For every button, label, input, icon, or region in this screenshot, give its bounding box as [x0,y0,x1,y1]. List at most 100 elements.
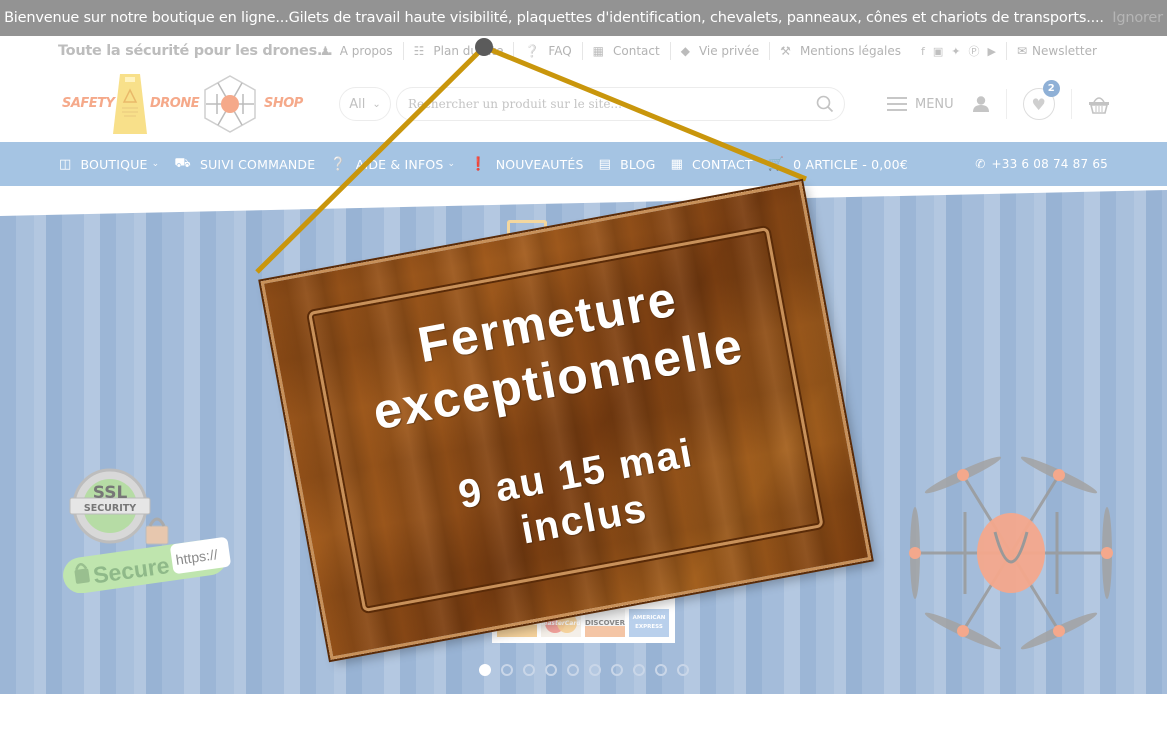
main-navigation: ◫ BOUTIQUE ⌄ ⛟ SUIVI COMMANDE ❔ AIDE & I… [0,142,1167,186]
user-icon: ♟ [320,44,331,58]
youtube-icon[interactable]: ▶ [988,45,996,58]
top-link-vie-privee[interactable]: ◆ Vie privée [671,42,771,60]
contact-card-icon: ▦ [592,44,605,58]
slider-dot-5[interactable] [567,664,579,676]
wishlist-count-badge: 2 [1042,80,1060,97]
sitemap-icon: ☷ [413,44,425,58]
amex-card-icon: AMERICAN EXPRESS [629,609,669,637]
question-circle-icon: ❔ [330,156,347,172]
instagram-icon[interactable]: ▣ [933,45,943,58]
cart-icon: 🛒 [767,156,785,172]
top-link-mentions-legales[interactable]: ⚒ Mentions légales [770,42,911,60]
slider-dot-10[interactable] [677,664,689,676]
site-tagline: Toute la sécurité pour les drones... [58,43,333,59]
header-actions: MENU ♥ 2 [887,80,1110,123]
nav-item-suivi-commande[interactable]: ⛟ SUIVI COMMANDE [174,156,315,173]
discover-card-icon: DISCOVER [585,609,625,637]
slider-dot-6[interactable] [589,664,601,676]
search-input[interactable] [397,88,797,120]
search-field-wrapper [396,87,845,121]
nail-icon [475,38,493,56]
menu-button[interactable]: MENU [887,97,954,112]
phone-icon: ✆ [975,157,986,171]
store-notice-text: Bienvenue sur notre boutique en ligne...… [4,10,1104,26]
nav-item-blog[interactable]: ▤ BLOG [599,157,656,172]
hexacopter-icon [204,75,256,133]
ssl-title: SSL [93,483,128,503]
top-link-faq[interactable]: ❔ FAQ [514,42,583,60]
envelope-icon: ✉ [1016,44,1028,58]
search-category-value: All [349,96,366,112]
nav-item-label: NOUVEAUTÉS [495,156,584,172]
nav-item-label: 0 ARTICLE - 0,00€ [793,156,908,172]
top-link-label: Mentions légales [799,44,901,58]
dismiss-notice-link[interactable]: Ignorer [1112,10,1163,26]
search-icon[interactable] [816,95,834,113]
wet-floor-sign-icon [113,74,147,134]
cart-basket-icon[interactable] [1088,94,1110,114]
heart-icon: ♥ [1031,94,1046,114]
slider-pagination [479,664,689,676]
phone-number: +33 6 08 74 87 65 [991,157,1108,171]
divider [1070,89,1072,119]
nav-item-boutique[interactable]: ◫ BOUTIQUE ⌄ [59,157,159,172]
account-user-icon[interactable] [972,95,990,113]
twitter-icon[interactable]: ✦ [951,45,960,58]
slider-dot-8[interactable] [633,664,645,676]
top-link-label: FAQ [548,44,572,58]
logo-word-safety: SAFETY [62,96,115,111]
newsletter-link[interactable]: ✉ Newsletter [1007,44,1097,58]
nav-item-label: BOUTIQUE [80,156,148,172]
top-links: ♟ A propos ☷ Plan du site ❔ FAQ ▦ Contac… [310,42,1097,60]
top-link-label: A propos [339,44,393,58]
nav-item-cart[interactable]: 🛒 0 ARTICLE - 0,00€ [768,157,908,172]
slider-dot-7[interactable] [611,664,623,676]
truck-icon: ⛟ [174,155,191,171]
chevron-down-icon: ⌄ [372,98,381,110]
chevron-down-icon: ⌄ [447,159,456,169]
nav-item-label: BLOG [620,156,656,172]
slider-dot-9[interactable] [655,664,667,676]
site-logo[interactable]: SAFETY DRONE SHOP [60,72,305,136]
nav-item-label: AIDE & INFOS [355,156,444,172]
contact-card-icon: ▦ [670,156,684,172]
slider-dot-3[interactable] [523,664,535,676]
ssl-subtitle: SECURITY [84,503,136,514]
newsletter-label: Newsletter [1032,44,1097,58]
slider-dot-2[interactable] [501,664,513,676]
slider-dot-4[interactable] [545,664,557,676]
question-circle-icon: ❔ [524,44,540,58]
gavel-icon: ⚒ [780,44,791,58]
top-link-a-propos[interactable]: ♟ A propos [310,42,404,60]
facebook-icon[interactable]: f [921,45,925,58]
nav-item-label: CONTACT [692,156,753,172]
search-category-select[interactable]: All ⌄ [339,87,391,121]
top-link-contact[interactable]: ▦ Contact [583,42,671,60]
top-link-plan-du-site[interactable]: ☷ Plan du site [404,42,515,60]
store-notice-bar: Bienvenue sur notre boutique en ligne...… [0,0,1167,36]
slider-dot-1[interactable] [479,664,491,676]
nav-item-contact[interactable]: ▦ CONTACT [671,157,753,172]
site-header: SAFETY DRONE SHOP All ⌄ Rechercher un pr… [0,67,1167,142]
wishlist-button[interactable]: ♥ 2 [1022,80,1060,120]
exclamation-circle-icon: ❗ [470,156,487,172]
nav-item-aide-infos[interactable]: ❔ AIDE & INFOS ⌄ [330,157,455,172]
hamburger-icon [887,97,907,111]
nav-item-nouveautes[interactable]: ❗ NOUVEAUTÉS [470,157,583,172]
lock-icon: ◆ [680,44,690,58]
product-search: All ⌄ [339,87,845,121]
divider [1005,89,1007,119]
top-link-label: Vie privée [698,44,760,58]
phone-link[interactable]: ✆ +33 6 08 74 87 65 [975,142,1108,186]
logo-word-drone: DRONE [150,96,200,111]
menu-label: MENU [915,96,954,112]
social-links: f ▣ ✦ Ⓟ ▶ [911,42,1007,60]
top-bar: Toute la sécurité pour les drones... ♟ A… [0,36,1167,67]
basket-icon: ◫ [59,156,72,172]
nav-item-label: SUIVI COMMANDE [199,156,316,172]
ssl-secure-badge[interactable]: SSL SECURITY Secure https:// [62,468,232,593]
pinterest-icon[interactable]: Ⓟ [969,43,980,59]
chevron-down-icon: ⌄ [151,159,160,169]
hexacopter-drone-image [909,456,1113,650]
newspaper-icon: ▤ [598,156,612,172]
